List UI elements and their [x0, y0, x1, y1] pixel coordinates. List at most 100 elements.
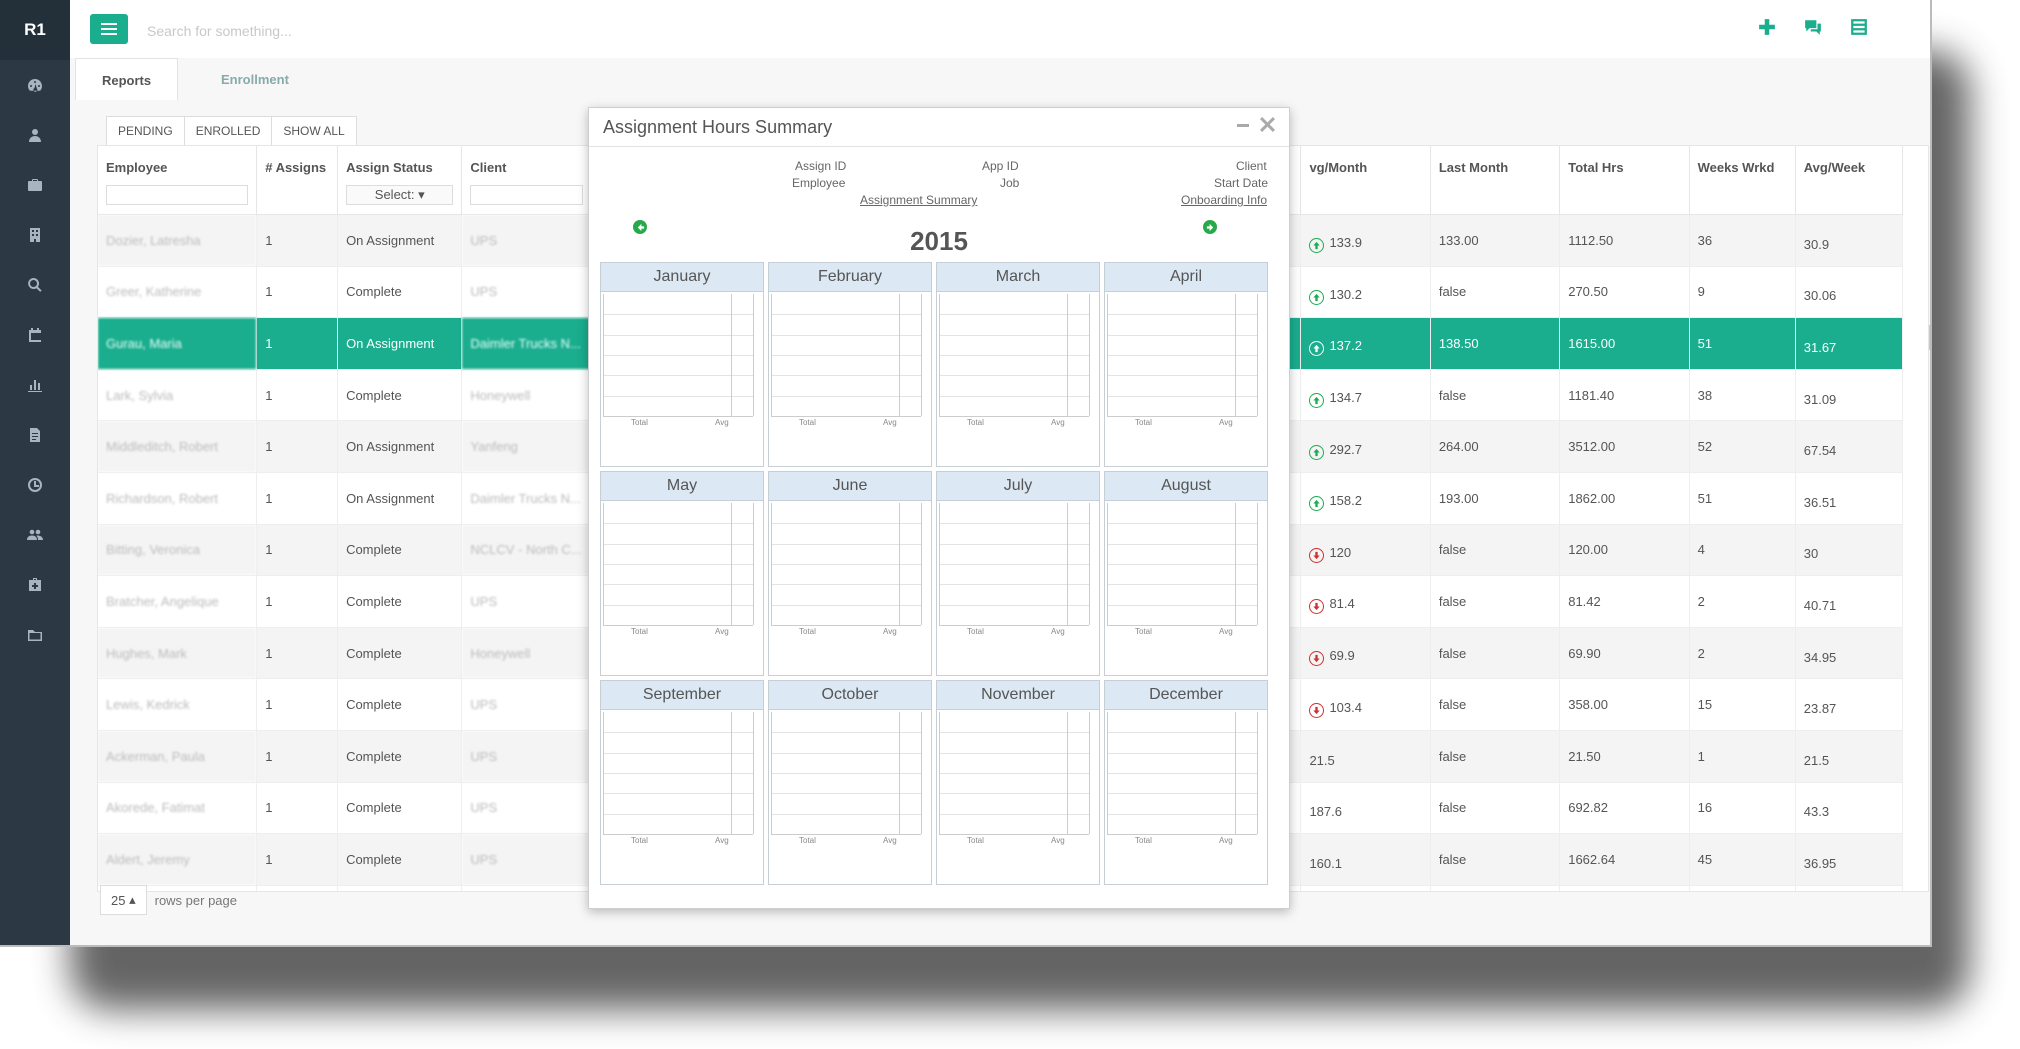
chat-icon[interactable]: [1802, 16, 1824, 38]
user-icon[interactable]: [0, 110, 70, 160]
weeks-wrkd-cell: 45: [1689, 833, 1796, 886]
employee-label: Employee: [792, 176, 846, 190]
client-cell: GRB Law: [461, 885, 592, 891]
column-header-employee[interactable]: Employee: [98, 146, 258, 215]
onboarding-info-link[interactable]: Onboarding Info: [1181, 193, 1267, 207]
avg-month-cell: 187.6: [1300, 782, 1431, 835]
month-name: June: [769, 472, 931, 501]
avg-week-cell: 36.51: [1795, 472, 1904, 525]
column-header-assigns[interactable]: # Assigns: [256, 146, 339, 215]
month-chart-grid: [771, 503, 922, 626]
tab-enrollment[interactable]: Enrollment: [195, 58, 315, 100]
enrolled-filter-button[interactable]: ENROLLED: [183, 116, 273, 146]
top-bar: [70, 0, 1930, 59]
weeks-wrkd-cell: 2: [1689, 627, 1796, 680]
column-header-weeks-wrkd[interactable]: Weeks Wrkd: [1689, 146, 1796, 215]
first-aid-kit-icon[interactable]: [0, 560, 70, 610]
month-name: December: [1105, 681, 1267, 710]
tab-reports[interactable]: Reports: [75, 58, 179, 102]
avg-week-cell: 40.71: [1795, 575, 1904, 628]
trend-up-icon: [1309, 238, 1325, 254]
trend-up-icon: [1309, 496, 1325, 512]
assigns-cell: 1: [256, 885, 339, 891]
last-month-cell: 133.00: [1430, 214, 1561, 267]
pending-filter-button[interactable]: PENDING: [106, 116, 185, 146]
column-header-client[interactable]: Client: [461, 146, 592, 215]
assigns-cell: 1: [256, 678, 339, 731]
employee-cell: Dozier, Latresha: [98, 214, 258, 267]
month-chart-grid: [603, 712, 754, 835]
avg-month-cell: 81.4: [1300, 575, 1431, 628]
last-month-cell: false: [1430, 833, 1561, 886]
assigns-cell: 1: [256, 266, 339, 319]
month-chart-grid: [1107, 294, 1258, 417]
avg-axis-label: Avg: [1219, 627, 1233, 636]
menu-toggle-button[interactable]: [90, 14, 128, 44]
avg-axis-label: Avg: [1219, 418, 1233, 427]
client-cell: Honeywell: [461, 369, 592, 422]
month-chart-grid: [939, 503, 1090, 626]
assignment-summary-link[interactable]: Assignment Summary: [860, 193, 977, 207]
document-icon[interactable]: [0, 410, 70, 460]
bar-chart-icon[interactable]: [0, 360, 70, 410]
total-hrs-cell: 120.00: [1559, 524, 1690, 577]
last-month-cell: 193.00: [1430, 472, 1561, 525]
client-cell: UPS: [461, 782, 592, 835]
month-panel-june: June Total Avg: [768, 471, 932, 676]
avg-month-cell: 158.2: [1300, 472, 1431, 525]
dashboard-icon[interactable]: [0, 60, 70, 110]
employee-filter-input[interactable]: [106, 185, 249, 205]
month-name: November: [937, 681, 1099, 710]
assign-status-cell: On Assignment: [337, 317, 463, 370]
avg-month-cell: 120: [1300, 524, 1431, 577]
folder-icon[interactable]: [0, 610, 70, 660]
assigns-cell: 1: [256, 833, 339, 886]
assigns-cell: 1: [256, 730, 339, 783]
avg-axis-label: Avg: [715, 627, 729, 636]
month-name: February: [769, 263, 931, 292]
modal-header: Assignment Hours Summary: [589, 108, 1289, 147]
brand-logo: R1: [0, 0, 70, 60]
assigns-cell: 1: [256, 782, 339, 835]
total-axis-label: Total: [967, 836, 984, 845]
avg-month-cell: 137.2: [1300, 317, 1431, 370]
minimize-icon[interactable]: [1236, 118, 1250, 137]
rows-per-page-select[interactable]: 25 ▴: [100, 885, 147, 915]
client-label: Client: [1236, 159, 1267, 173]
column-header-assign-status[interactable]: Assign Status Select: ▾: [337, 146, 463, 215]
building-icon[interactable]: [0, 210, 70, 260]
trend-up-icon: [1309, 444, 1325, 460]
month-panel-november: November Total Avg: [936, 680, 1100, 885]
add-icon[interactable]: [1756, 16, 1778, 38]
month-chart-grid: [1107, 712, 1258, 835]
close-icon[interactable]: [1260, 117, 1275, 137]
column-header-last-month[interactable]: Last Month: [1430, 146, 1561, 215]
total-hrs-cell: 270.50: [1559, 266, 1690, 319]
status-filter-select[interactable]: Select: ▾: [346, 185, 454, 205]
list-panel-icon[interactable]: [1848, 16, 1870, 38]
avg-week-cell: 30: [1795, 524, 1904, 577]
briefcase-icon[interactable]: [0, 160, 70, 210]
total-hrs-cell: 1112.50: [1559, 214, 1690, 267]
group-icon[interactable]: [0, 510, 70, 560]
filter-buttons: PENDING ENROLLED SHOW ALL: [106, 116, 357, 146]
avg-week-cell: 35.25: [1795, 885, 1904, 891]
column-header-avg-week[interactable]: Avg/Week: [1795, 146, 1904, 215]
weeks-wrkd-cell: 52: [1689, 420, 1796, 473]
modal-title: Assignment Hours Summary: [603, 116, 833, 137]
clock-icon[interactable]: [0, 460, 70, 510]
total-hrs-cell: 358.00: [1559, 678, 1690, 731]
assign-status-cell: Complete: [337, 833, 463, 886]
show-all-filter-button[interactable]: SHOW ALL: [271, 116, 357, 146]
calendar-icon[interactable]: [0, 310, 70, 360]
last-month-cell: false: [1430, 678, 1561, 731]
column-header-total-hrs[interactable]: Total Hrs: [1559, 146, 1690, 215]
app-id-label: App ID: [982, 159, 1019, 173]
search-icon[interactable]: [0, 260, 70, 310]
scroll-thumb[interactable]: [1929, 325, 1930, 350]
month-panel-october: October Total Avg: [768, 680, 932, 885]
table-scrollbar[interactable]: [1927, 305, 1930, 945]
column-header-avg-month[interactable]: vg/Month: [1300, 146, 1431, 215]
client-filter-input[interactable]: [470, 185, 583, 205]
search-input[interactable]: [145, 18, 649, 44]
